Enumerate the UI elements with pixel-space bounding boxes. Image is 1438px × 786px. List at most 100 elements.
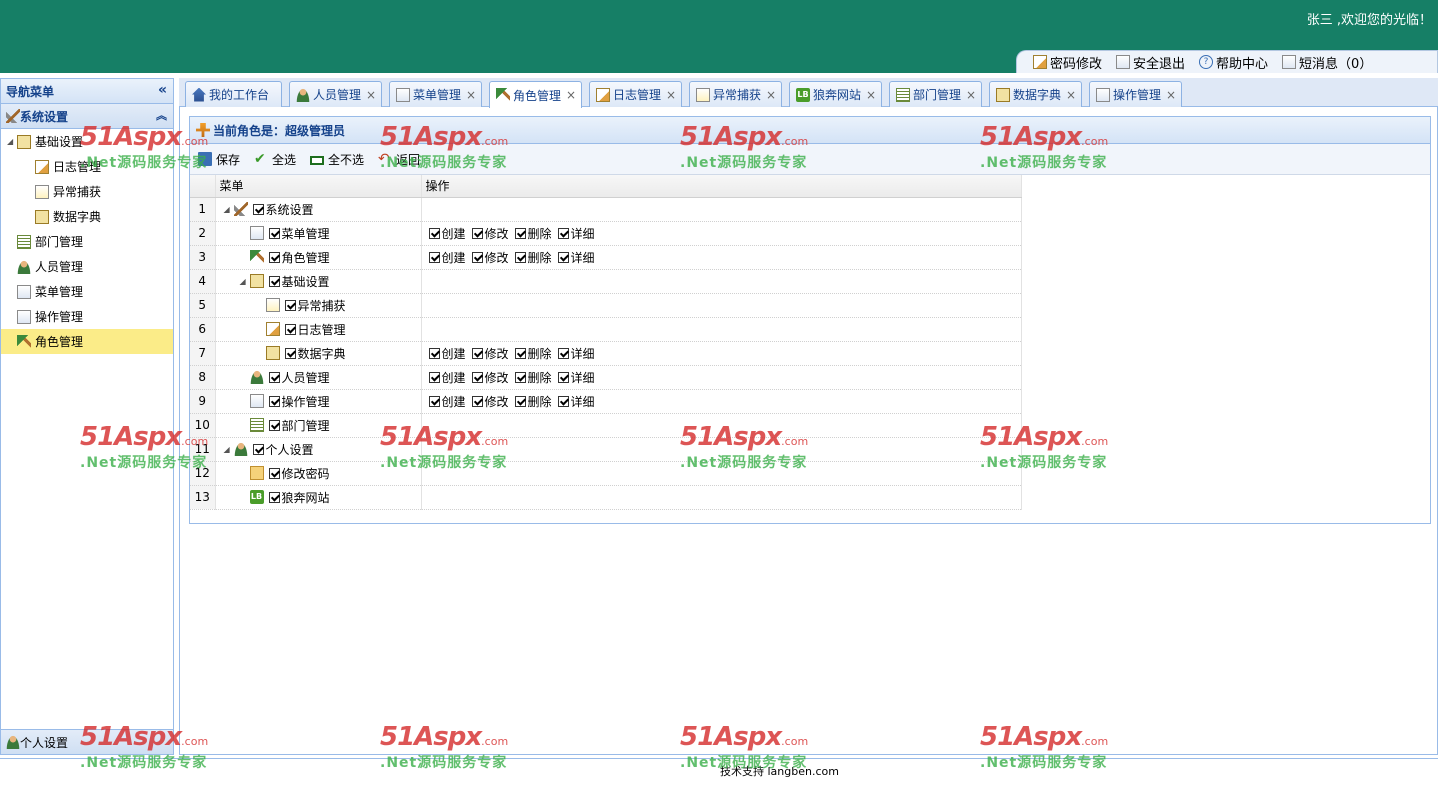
menu-checkbox[interactable]: [268, 395, 280, 407]
operation-checkbox[interactable]: [514, 395, 526, 407]
chevron-up-icon[interactable]: ︽: [156, 107, 167, 123]
tab[interactable]: 角色管理 ×: [489, 81, 582, 108]
operation-option[interactable]: 详细: [557, 225, 595, 242]
close-tab-icon[interactable]: ×: [1166, 88, 1176, 102]
tab[interactable]: 部门管理 ×: [889, 81, 982, 107]
close-tab-icon[interactable]: ×: [366, 88, 376, 102]
tab[interactable]: 菜单管理 ×: [389, 81, 482, 107]
sidebar-item[interactable]: 人员管理: [1, 254, 173, 279]
operation-option[interactable]: 删除: [514, 249, 552, 266]
operation-checkbox[interactable]: [471, 371, 483, 383]
close-tab-icon[interactable]: ×: [766, 88, 776, 102]
sidebar-item[interactable]: 异常捕获: [1, 179, 173, 204]
operation-checkbox[interactable]: [471, 347, 483, 359]
menu-checkbox[interactable]: [268, 275, 280, 287]
menu-checkbox[interactable]: [284, 299, 296, 311]
top-link[interactable]: ? 帮助中心: [1199, 53, 1268, 72]
menu-checkbox[interactable]: [268, 419, 280, 431]
menu-checkbox[interactable]: [252, 443, 264, 455]
menu-checkbox[interactable]: [268, 467, 280, 479]
sidebar-item[interactable]: 数据字典: [1, 204, 173, 229]
operation-checkbox[interactable]: [428, 371, 440, 383]
expander-icon[interactable]: ◢: [224, 445, 234, 454]
top-link[interactable]: 密码修改: [1033, 53, 1102, 72]
role-title: 当前角色是：超级管理员: [213, 123, 346, 138]
close-tab-icon[interactable]: ×: [866, 88, 876, 102]
sidebar-item[interactable]: 部门管理: [1, 229, 173, 254]
expander-icon[interactable]: ◢: [7, 137, 17, 146]
top-link[interactable]: 安全退出: [1116, 53, 1185, 72]
operation-checkbox[interactable]: [471, 251, 483, 263]
operation-option[interactable]: 创建: [428, 345, 466, 362]
operation-checkbox[interactable]: [428, 395, 440, 407]
select-all-button[interactable]: ✔ 全选: [254, 151, 296, 168]
tab[interactable]: 日志管理 ×: [589, 81, 682, 107]
operation-option[interactable]: 创建: [428, 393, 466, 410]
menu-checkbox[interactable]: [268, 371, 280, 383]
close-tab-icon[interactable]: ×: [566, 88, 576, 102]
tab[interactable]: 数据字典 ×: [989, 81, 1082, 107]
operation-option[interactable]: 修改: [471, 369, 509, 386]
menu-checkbox[interactable]: [284, 347, 296, 359]
sidebar-item[interactable]: 日志管理: [1, 154, 173, 179]
expander-icon[interactable]: ◢: [240, 277, 250, 286]
close-tab-icon[interactable]: ×: [666, 88, 676, 102]
operation-option[interactable]: 修改: [471, 345, 509, 362]
operation-checkbox[interactable]: [428, 251, 440, 263]
menu-checkbox[interactable]: [268, 491, 280, 503]
tab[interactable]: 人员管理 ×: [289, 81, 382, 107]
operation-option[interactable]: 删除: [514, 225, 552, 242]
menu-checkbox[interactable]: [284, 323, 296, 335]
operation-checkbox[interactable]: [428, 227, 440, 239]
operation-checkbox[interactable]: [514, 347, 526, 359]
menu-cell: 人员管理: [215, 365, 422, 390]
menu-checkbox[interactable]: [268, 227, 280, 239]
operation-checkbox[interactable]: [557, 227, 569, 239]
operation-checkbox[interactable]: [471, 227, 483, 239]
operation-option[interactable]: 删除: [514, 393, 552, 410]
select-none-button[interactable]: 全不选: [310, 151, 364, 168]
sidebar-item[interactable]: 角色管理: [1, 329, 173, 354]
operation-option[interactable]: 详细: [557, 249, 595, 266]
close-tab-icon[interactable]: ×: [466, 88, 476, 102]
accordion-personal-settings[interactable]: 个人设置: [1, 729, 173, 754]
back-button[interactable]: ↶ 返回: [378, 151, 420, 168]
operation-option[interactable]: 创建: [428, 249, 466, 266]
tab[interactable]: 异常捕获 ×: [689, 81, 782, 107]
operation-checkbox[interactable]: [557, 371, 569, 383]
operation-checkbox[interactable]: [471, 395, 483, 407]
close-tab-icon[interactable]: ×: [1066, 88, 1076, 102]
operation-option[interactable]: 详细: [557, 369, 595, 386]
operation-checkbox[interactable]: [514, 251, 526, 263]
operation-checkbox[interactable]: [557, 251, 569, 263]
operation-option[interactable]: 删除: [514, 369, 552, 386]
accordion-system-settings[interactable]: 系统设置 ︽: [1, 104, 173, 129]
collapse-sidebar-icon[interactable]: «: [158, 82, 167, 98]
top-link[interactable]: 短消息（0）: [1282, 53, 1372, 72]
tab[interactable]: LB 狼奔网站 ×: [789, 81, 882, 107]
close-tab-icon[interactable]: ×: [966, 88, 976, 102]
sidebar-item[interactable]: ◢ 基础设置: [1, 129, 173, 154]
expander-icon[interactable]: ◢: [224, 205, 234, 214]
save-button[interactable]: 保存: [198, 151, 240, 168]
menu-checkbox[interactable]: [252, 203, 264, 215]
operation-checkbox[interactable]: [428, 347, 440, 359]
operation-option[interactable]: 详细: [557, 345, 595, 362]
sidebar-item[interactable]: 操作管理: [1, 304, 173, 329]
operation-checkbox[interactable]: [557, 395, 569, 407]
operation-checkbox[interactable]: [514, 371, 526, 383]
sidebar-item[interactable]: 菜单管理: [1, 279, 173, 304]
operation-checkbox[interactable]: [557, 347, 569, 359]
tab[interactable]: 我的工作台: [185, 81, 282, 107]
operation-option[interactable]: 创建: [428, 369, 466, 386]
operation-option[interactable]: 创建: [428, 225, 466, 242]
operation-option[interactable]: 修改: [471, 249, 509, 266]
operation-checkbox[interactable]: [514, 227, 526, 239]
tab[interactable]: 操作管理 ×: [1089, 81, 1182, 107]
operation-option[interactable]: 修改: [471, 225, 509, 242]
menu-label: 角色管理: [281, 250, 330, 265]
operation-option[interactable]: 详细: [557, 393, 595, 410]
menu-checkbox[interactable]: [268, 251, 280, 263]
operation-option[interactable]: 删除: [514, 345, 552, 362]
operation-option[interactable]: 修改: [471, 393, 509, 410]
